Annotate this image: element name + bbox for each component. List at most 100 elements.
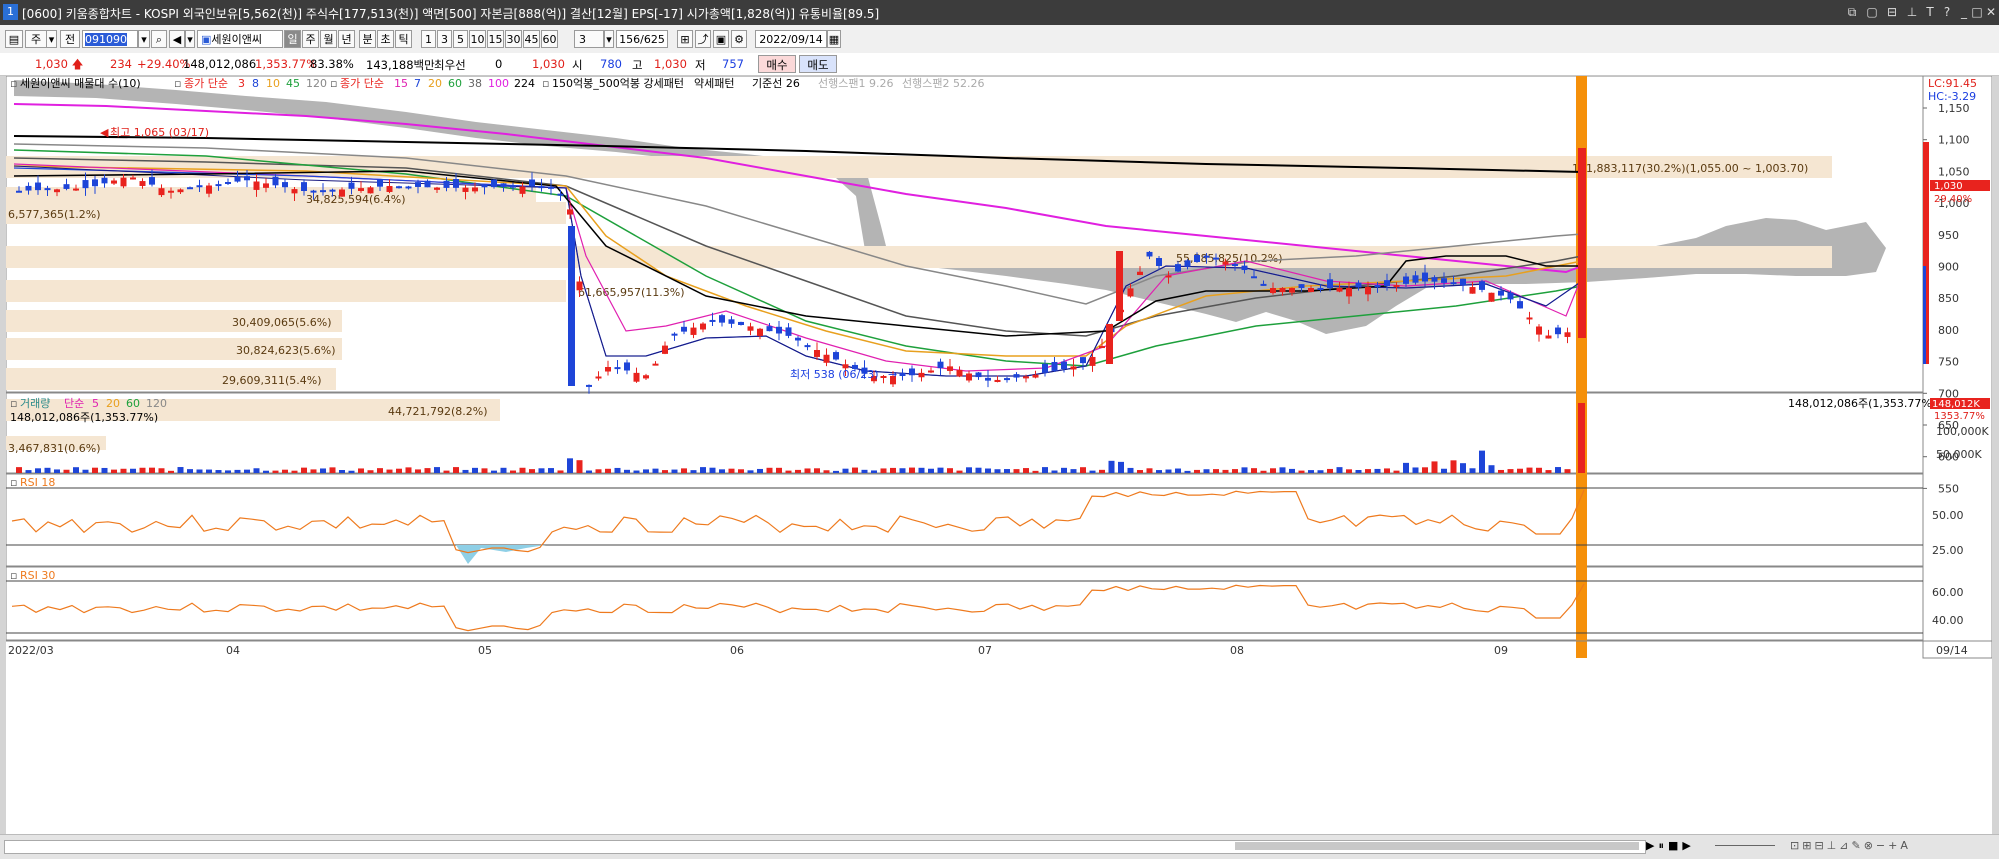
volume-bar: [928, 468, 934, 473]
tool-save-icon[interactable]: ▣: [713, 30, 729, 48]
market-dropdown-icon[interactable]: ▾: [47, 30, 57, 48]
minute-3-button[interactable]: 3: [437, 30, 452, 48]
candle-body: [35, 182, 41, 191]
period-year-button[interactable]: 년: [338, 30, 355, 48]
zoom-all-icon[interactable]: ⊞: [1802, 839, 1814, 852]
erase-icon[interactable]: ⊗: [1864, 839, 1876, 852]
volume-bar: [44, 467, 51, 473]
pause-icon[interactable]: ⏸: [1658, 839, 1668, 852]
market-filter-button[interactable]: 전: [60, 30, 80, 48]
market-select[interactable]: 주: [25, 30, 47, 48]
zoom-in-icon[interactable]: +: [1888, 839, 1900, 852]
font-icon[interactable]: A: [1900, 839, 1911, 852]
count-dropdown-icon[interactable]: ▾: [604, 30, 614, 48]
minute-10-button[interactable]: 10: [469, 30, 486, 48]
tool-gear-icon[interactable]: ⚙: [731, 30, 747, 48]
candle-body: [1422, 272, 1428, 282]
candle-body: [909, 368, 915, 376]
current-price-tag-text: 1,030: [1934, 181, 1963, 192]
period-day-button[interactable]: 일: [284, 30, 301, 48]
tool-grid-icon[interactable]: ⊞: [677, 30, 693, 48]
candle-body: [1222, 261, 1229, 265]
candle-body: [1555, 327, 1561, 335]
period-week-button[interactable]: 주: [302, 30, 319, 48]
window-link-icon[interactable]: ▢: [1863, 4, 1881, 20]
sound-icon[interactable]: ◀: [169, 30, 185, 48]
cursor-icon[interactable]: ⊥: [1827, 839, 1840, 852]
chart-area[interactable]: 181,883,117(30.2%)(1,055.00 ~ 1,003.70) 6…: [5, 75, 1993, 834]
stock-name-field[interactable]: ▣세원이앤씨: [197, 30, 283, 48]
candle-body: [44, 188, 51, 191]
volume-bar: [1184, 470, 1191, 473]
candle-body: [568, 226, 575, 386]
minute-5-button[interactable]: 5: [453, 30, 468, 48]
candle-body: [358, 188, 364, 191]
volume-bar: [1032, 470, 1039, 473]
sound-dropdown-icon[interactable]: ▾: [185, 30, 195, 48]
playback-controls[interactable]: ▶⏸■▶: [1646, 839, 1695, 853]
volume-bar: [25, 470, 32, 473]
period-month-button[interactable]: 월: [320, 30, 337, 48]
window-mini-icon[interactable]: ⊟: [1883, 4, 1901, 20]
zoom-slider[interactable]: [1715, 845, 1775, 846]
stop-icon[interactable]: ■: [1668, 839, 1682, 852]
horizontal-scrollbar[interactable]: [4, 840, 1646, 854]
step-icon[interactable]: ▶: [1682, 839, 1694, 852]
candle-body: [709, 319, 716, 322]
volume-bar: [1289, 468, 1295, 473]
volume-bar: [73, 467, 79, 473]
scrollbar-thumb[interactable]: [1235, 842, 1639, 850]
date-label-mar: 2022/03: [8, 644, 54, 657]
minute-45-button[interactable]: 45: [523, 30, 540, 48]
volume-bar: [1479, 450, 1485, 473]
candle-body: [738, 321, 744, 325]
calendar-icon[interactable]: ▦: [827, 30, 841, 48]
buy-button[interactable]: 매수: [758, 55, 796, 73]
tool-link-icon[interactable]: ⤴: [695, 30, 711, 48]
volume-bar: [1384, 468, 1390, 473]
candle-body: [1051, 361, 1058, 371]
settings-t-icon[interactable]: T: [1921, 4, 1939, 20]
candle-body: [1403, 276, 1409, 284]
range-field[interactable]: 156/625: [616, 30, 668, 48]
draw-icon[interactable]: ⊿: [1839, 839, 1851, 852]
candle-body: [586, 384, 592, 387]
count-select[interactable]: 3: [574, 30, 604, 48]
pen-icon[interactable]: ✎: [1851, 839, 1863, 852]
period-tick-button[interactable]: 틱: [395, 30, 412, 48]
code-dropdown-icon[interactable]: ▾: [138, 30, 150, 48]
stock-code-input[interactable]: 091090: [82, 30, 138, 48]
close-icon[interactable]: ✕: [1982, 4, 1999, 20]
minute-15-button[interactable]: 15: [487, 30, 504, 48]
volume-bar: [548, 468, 554, 473]
zoom-tools[interactable]: ⊡⊞⊟⊥⊿✎⊗−+A: [1790, 839, 1911, 852]
play-icon[interactable]: ▶: [1646, 839, 1658, 852]
minute-30-button[interactable]: 30: [505, 30, 522, 48]
pin-icon[interactable]: ⊥: [1903, 4, 1921, 20]
candle-body: [339, 189, 345, 197]
candle-body: [833, 352, 839, 360]
search-icon[interactable]: ⌕: [151, 30, 167, 48]
sell-button[interactable]: 매도: [799, 55, 837, 73]
zoom-box-icon[interactable]: ⊡: [1790, 839, 1802, 852]
minute-60-button[interactable]: 60: [541, 30, 558, 48]
date-label-aug: 08: [1230, 644, 1244, 657]
rsi18-marker: ▫: [10, 476, 17, 489]
minute-1-button[interactable]: 1: [421, 30, 436, 48]
period-second-button[interactable]: 초: [377, 30, 394, 48]
turnover-rate: 83.38%: [310, 57, 354, 71]
help-icon[interactable]: ?: [1938, 4, 1956, 20]
restore-layout-icon[interactable]: ⧉: [1843, 4, 1861, 20]
candle-body: [215, 184, 222, 187]
chart-menu-icon[interactable]: ▤: [5, 30, 23, 48]
candle-body: [272, 176, 279, 186]
date-field[interactable]: 2022/09/14: [755, 30, 827, 48]
chart-svg[interactable]: 181,883,117(30.2%)(1,055.00 ~ 1,003.70) 6…: [5, 75, 1993, 834]
candle-body: [947, 366, 953, 371]
zoom-fit-icon[interactable]: ⊟: [1814, 839, 1826, 852]
zoom-out-icon[interactable]: −: [1876, 839, 1888, 852]
period-minute-button[interactable]: 분: [359, 30, 376, 48]
price-axis-label: 1,100: [1938, 134, 1970, 147]
legend-weak: 약세패턴: [694, 76, 734, 90]
volume-bar: [1507, 469, 1514, 473]
